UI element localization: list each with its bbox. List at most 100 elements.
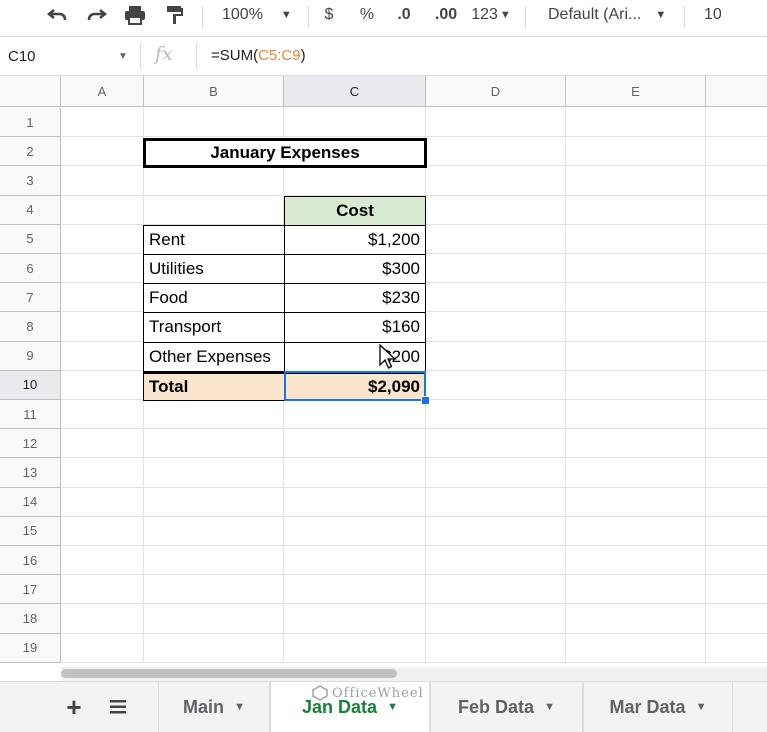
- row-gridline: [61, 457, 767, 459]
- zoom-value: 100%: [222, 6, 263, 23]
- row-gridline: [61, 428, 767, 430]
- row-header-7[interactable]: 7: [0, 283, 61, 313]
- expense-label[interactable]: Rent: [143, 224, 285, 255]
- row-gridline: [61, 136, 767, 138]
- currency-label: $: [324, 6, 334, 23]
- total-value[interactable]: $2,090: [284, 370, 426, 401]
- row-header-6[interactable]: 6: [0, 254, 61, 284]
- formula-prefix: =SUM(: [211, 47, 259, 64]
- percent-label: %: [359, 6, 375, 23]
- row-header-4[interactable]: 4: [0, 195, 61, 225]
- row-header-10[interactable]: 10: [0, 370, 61, 400]
- row-header-5[interactable]: 5: [0, 224, 61, 254]
- row-header-1[interactable]: 1: [0, 108, 61, 138]
- row-header-14[interactable]: 14: [0, 487, 61, 517]
- row-header-3[interactable]: 3: [0, 166, 61, 196]
- redo-icon[interactable]: [82, 0, 112, 30]
- row-gridline: [61, 632, 767, 634]
- watermark: OfficeWheel: [312, 682, 424, 704]
- formula-range-ref: C5:C9: [258, 47, 301, 64]
- fx-icon: fx: [155, 43, 173, 65]
- row-gridline: [61, 515, 767, 517]
- chevron-down-icon: ▼: [695, 701, 707, 713]
- tab-label: Main: [183, 696, 225, 717]
- row-header-13[interactable]: 13: [0, 458, 61, 488]
- column-header-e[interactable]: E: [566, 76, 706, 107]
- column-gridline: [705, 108, 706, 663]
- expense-label[interactable]: Transport: [143, 312, 285, 343]
- row-header-19[interactable]: 19: [0, 633, 61, 663]
- fill-handle[interactable]: [421, 396, 430, 405]
- row-header-2[interactable]: 2: [0, 137, 61, 167]
- print-icon[interactable]: [120, 0, 150, 30]
- scrollbar-thumb[interactable]: [61, 669, 397, 678]
- increase-decimal-button[interactable]: .00: [426, 0, 466, 30]
- spreadsheet-grid: A B C D E 1 2 3 4 5 6 7 8 9 10 11 12 13 14 15 16 17 18 19 Januar…: [0, 76, 767, 666]
- expense-value[interactable]: $1,200: [284, 224, 426, 255]
- paint-format-icon[interactable]: [160, 0, 190, 30]
- row-header-11[interactable]: 11: [0, 400, 61, 430]
- zoom-select[interactable]: 100% ▼: [214, 0, 298, 30]
- row-gridline: [61, 574, 767, 576]
- row-gridline: [61, 603, 767, 605]
- formula-bar: C10 ▼ fx =SUM(C5:C9): [0, 37, 767, 76]
- column-gridline: [565, 108, 566, 663]
- column-header-c[interactable]: C: [284, 76, 426, 107]
- more-formats-button[interactable]: 123 ▼: [466, 0, 516, 30]
- select-all-corner[interactable]: [0, 76, 61, 107]
- row-header-8[interactable]: 8: [0, 312, 61, 342]
- plus-icon[interactable]: +: [56, 682, 92, 732]
- formula-suffix: ): [300, 47, 306, 64]
- row-header-12[interactable]: 12: [0, 429, 61, 459]
- horizontal-scrollbar[interactable]: [61, 667, 767, 681]
- column-header-b[interactable]: B: [144, 76, 284, 107]
- font-size-select[interactable]: 10: [694, 0, 754, 30]
- decrease-decimal-button[interactable]: .0: [388, 0, 420, 30]
- tab-feb-data[interactable]: Feb Data ▼: [430, 682, 583, 732]
- row-header-16[interactable]: 16: [0, 546, 61, 576]
- chevron-down-icon: ▼: [655, 9, 667, 21]
- expense-value[interactable]: $160: [284, 312, 426, 343]
- column-header-d[interactable]: D: [426, 76, 566, 107]
- font-select[interactable]: Default (Ari... ▼: [536, 0, 676, 30]
- row-header-15[interactable]: 15: [0, 516, 61, 546]
- tab-mar-data[interactable]: Mar Data ▼: [583, 682, 733, 732]
- expense-label[interactable]: Other Expenses: [143, 341, 285, 372]
- row-gridline: [61, 545, 767, 546]
- tab-main[interactable]: Main ▼: [158, 682, 270, 732]
- decrease-decimal-label: .0: [397, 6, 411, 23]
- column-header-a[interactable]: A: [61, 76, 144, 107]
- expense-label[interactable]: Utilities: [143, 254, 285, 285]
- font-value: Default (Ari...: [548, 6, 642, 23]
- chevron-down-icon: ▼: [544, 701, 555, 713]
- percent-format-button[interactable]: %: [352, 0, 382, 30]
- total-label[interactable]: Total: [143, 370, 285, 401]
- row-gridline: [61, 486, 767, 488]
- more-formats-label: 123: [471, 6, 498, 23]
- expense-value[interactable]: $300: [284, 254, 426, 285]
- expense-label[interactable]: Food: [143, 283, 285, 314]
- name-box[interactable]: C10 ▼: [0, 37, 140, 75]
- currency-format-button[interactable]: $: [316, 0, 342, 30]
- chevron-down-icon: ▼: [280, 9, 292, 21]
- expense-value[interactable]: $230: [284, 283, 426, 314]
- undo-icon[interactable]: [42, 0, 72, 30]
- column-header-extra[interactable]: [706, 76, 767, 107]
- row-header-17[interactable]: 17: [0, 575, 61, 605]
- name-box-value: C10: [8, 47, 36, 65]
- chevron-down-icon: ▼: [234, 701, 245, 713]
- sheet-tab-bar: + Main ▼ Jan Data ▼ Feb Data ▼ Mar Data ▼ Offic…: [0, 681, 767, 732]
- row-header-9[interactable]: 9: [0, 341, 61, 371]
- font-size-value: 10: [704, 6, 722, 23]
- chevron-down-icon: ▼: [499, 9, 511, 21]
- cost-header: Cost: [284, 195, 426, 226]
- row-header-18[interactable]: 18: [0, 604, 61, 634]
- expenses-title: January Expenses: [143, 138, 427, 169]
- row-gridline: [61, 661, 767, 663]
- sheets-list-icon[interactable]: [98, 682, 138, 732]
- watermark-text: OfficeWheel: [332, 685, 424, 701]
- tab-label: Feb Data: [458, 696, 535, 717]
- formula-input[interactable]: =SUM(C5:C9): [211, 47, 306, 64]
- expense-value[interactable]: $200: [284, 341, 426, 372]
- tab-label: Mar Data: [609, 696, 686, 717]
